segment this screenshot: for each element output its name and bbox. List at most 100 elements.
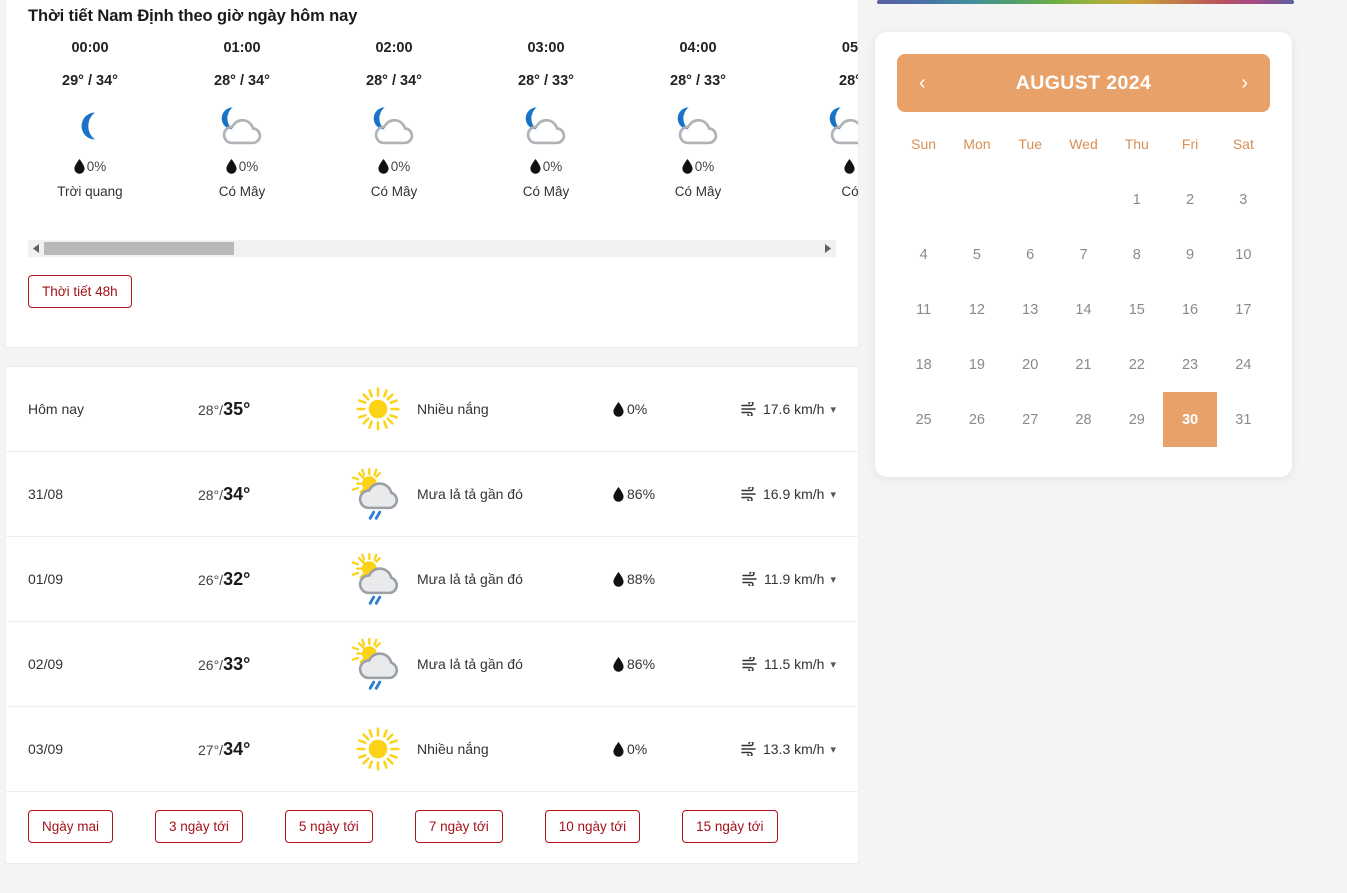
scroll-right-arrow-icon[interactable] (820, 240, 836, 257)
calendar-day[interactable]: 7 (1057, 227, 1110, 282)
scroll-left-arrow-icon[interactable] (28, 240, 44, 257)
calendar-day[interactable]: 14 (1057, 282, 1110, 337)
daily-temp-low: 27°/ (198, 741, 224, 758)
calendar-day[interactable]: 29 (1110, 392, 1163, 447)
calendar-day[interactable]: 12 (950, 282, 1003, 337)
hourly-column: 01:00 28° / 34° 0% Có Mây (166, 40, 318, 199)
calendar-day[interactable]: 5 (950, 227, 1003, 282)
daily-row[interactable]: 01/09 26°/32° Mưa lả tả gần đó 88% 11.9 km/h… (6, 537, 858, 622)
calendar-weekday-fri: Fri (1181, 136, 1199, 152)
calendar-day[interactable]: 4 (897, 227, 950, 282)
calendar-day[interactable]: 13 (1004, 282, 1057, 337)
calendar-day[interactable]: 24 (1217, 337, 1270, 392)
hourly-scrollbar[interactable] (28, 240, 836, 257)
daily-description: Mưa lả tả gần đó (417, 656, 523, 672)
daily-rows-container: Hôm nay 28°/35° Nhiều nắng 0% 17.6 km/h ▾ 31/0… (6, 367, 858, 792)
daily-row[interactable]: 03/09 27°/34° Nhiều nắng 0% 13.3 km/h ▾ (6, 707, 858, 792)
chevron-down-icon[interactable]: ▾ (830, 488, 836, 501)
hourly-scroll-viewport[interactable]: 00:00 29° / 34° 0% Trời quang 01:00 28° / 34°… (6, 40, 858, 230)
daily-wind-value: 11.9 km/h (764, 571, 825, 587)
daily-wind[interactable]: 16.9 km/h ▾ (733, 486, 836, 502)
calendar-day[interactable]: 22 (1110, 337, 1163, 392)
chevron-down-icon[interactable]: ▾ (830, 658, 836, 671)
calendar-day[interactable]: 15 (1110, 282, 1163, 337)
hourly-column: 05 28° Có (774, 40, 858, 199)
hourly-scrollbar-thumb[interactable] (44, 242, 235, 255)
hourly-time: 05 (841, 40, 858, 56)
calendar-weekday-thu: Thu (1124, 136, 1149, 152)
hourly-description: Có Mây (674, 184, 722, 199)
daily-row[interactable]: 02/09 26°/33° Mưa lả tả gần đó 86% 11.5 km/h… (6, 622, 858, 707)
forecast-range-button[interactable]: 10 ngày tới (544, 810, 641, 843)
calendar-day[interactable]: 17 (1217, 282, 1270, 337)
calendar-day[interactable]: 3 (1217, 172, 1270, 227)
sun-cloud-rain-icon (343, 468, 413, 520)
calendar-day[interactable]: 19 (950, 337, 1003, 392)
forecast-range-button[interactable]: 5 ngày tới (284, 810, 373, 843)
daily-wind[interactable]: 13.3 km/h ▾ (733, 741, 836, 757)
calendar-day[interactable]: 2 (1163, 172, 1216, 227)
chevron-down-icon[interactable]: ▾ (830, 403, 836, 416)
daily-temperature: 28°/35° (198, 399, 343, 420)
calendar-day[interactable]: 10 (1217, 227, 1270, 282)
calendar-day-today[interactable]: 30 (1163, 392, 1217, 447)
calendar-day[interactable]: 8 (1110, 227, 1163, 282)
daily-temp-high: 32° (223, 568, 251, 589)
chevron-down-icon[interactable]: ▾ (830, 743, 836, 756)
daily-forecast-card: Hôm nay 28°/35° Nhiều nắng 0% 17.6 km/h ▾ 31/0… (5, 366, 859, 864)
daily-precip-value: 0% (627, 401, 648, 417)
hourly-precip: 0% (318, 159, 470, 174)
chevron-right-icon[interactable]: › (1237, 73, 1252, 93)
daily-row[interactable]: Hôm nay 28°/35° Nhiều nắng 0% 17.6 km/h ▾ (6, 367, 858, 452)
moon-icon (81, 112, 96, 140)
calendar-day[interactable]: 6 (1004, 227, 1057, 282)
wind-icon (742, 657, 757, 671)
calendar-day[interactable]: 11 (897, 282, 950, 337)
daily-description: Nhiều nắng (417, 741, 489, 757)
sun-cloud-rain-icon (343, 638, 413, 690)
calendar-day[interactable]: 23 (1163, 337, 1216, 392)
calendar-day[interactable]: 26 (950, 392, 1003, 447)
daily-temp-high: 35° (223, 398, 251, 419)
sun-cloud-rain-icon (351, 468, 399, 520)
daily-wind[interactable]: 11.9 km/h ▾ (733, 571, 836, 587)
calendar-empty-cell (1004, 172, 1057, 227)
droplet-icon (613, 741, 624, 757)
hourly-column: 03:00 28° / 33° 0% Có Mây (470, 40, 622, 199)
droplet-icon (74, 159, 85, 174)
daily-row[interactable]: 31/08 28°/34° Mưa lả tả gần đó 86% 16.9 km/h… (6, 452, 858, 537)
calendar-day[interactable]: 27 (1004, 392, 1057, 447)
daily-temp-high: 34° (223, 483, 251, 504)
daily-temp-high: 33° (223, 653, 251, 674)
calendar-day[interactable]: 20 (1004, 337, 1057, 392)
calendar-day[interactable]: 18 (897, 337, 950, 392)
calendar-day[interactable]: 31 (1217, 392, 1270, 447)
calendar-day[interactable]: 21 (1057, 337, 1110, 392)
sun-cloud-rain-icon (351, 553, 399, 605)
forecast-range-button[interactable]: 3 ngày tới (155, 810, 243, 843)
calendar-header: ‹ AUGUST 2024 › (897, 54, 1270, 112)
calendar-day[interactable]: 9 (1163, 227, 1216, 282)
hourly-temperature: 28° / 34° (214, 73, 270, 89)
daily-description: Mưa lả tả gần đó (417, 571, 523, 587)
droplet-icon (843, 159, 855, 174)
calendar-day[interactable]: 28 (1057, 392, 1110, 447)
daily-precip-value: 0% (627, 741, 648, 757)
chevron-left-icon[interactable]: ‹ (915, 73, 930, 93)
forecast-48h-button[interactable]: Thời tiết 48h (28, 275, 132, 308)
chevron-down-icon[interactable]: ▾ (830, 573, 836, 586)
hourly-scrollbar-track[interactable] (44, 240, 820, 257)
daily-precip: 86% (613, 486, 733, 502)
forecast-range-button[interactable]: 15 ngày tới (682, 810, 778, 843)
forecast-range-button[interactable]: 7 ngày tới (414, 810, 503, 843)
daily-temperature: 27°/34° (198, 739, 343, 760)
daily-wind[interactable]: 11.5 km/h ▾ (733, 656, 836, 672)
calendar-day[interactable]: 16 (1163, 282, 1216, 337)
daily-wind[interactable]: 17.6 km/h ▾ (733, 401, 836, 417)
hourly-temperature: 29° / 34° (62, 73, 118, 89)
forecast-range-button[interactable]: Ngày mai (28, 810, 114, 843)
daily-wind-value: 13.3 km/h (762, 741, 825, 757)
calendar-day[interactable]: 25 (897, 392, 950, 447)
daily-wind-value: 17.6 km/h (762, 401, 825, 417)
calendar-day[interactable]: 1 (1110, 172, 1163, 227)
